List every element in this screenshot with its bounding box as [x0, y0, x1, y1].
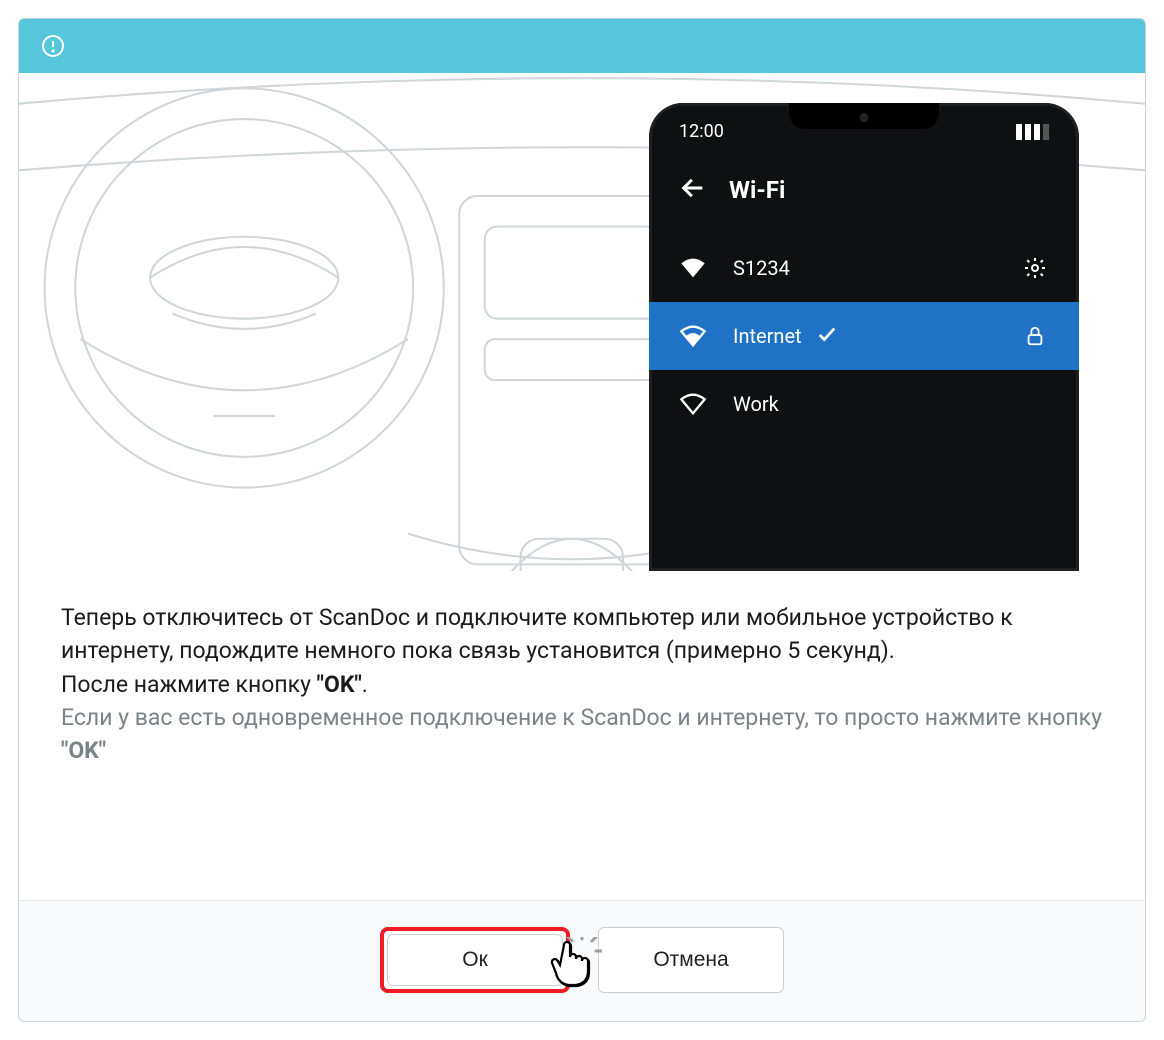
phone-title-row: Wi-Fi — [649, 152, 1079, 234]
wifi-row-internet[interactable]: Internet — [649, 302, 1079, 370]
illustration: 12:00 Wi-Fi — [19, 73, 1145, 571]
wifi-signal-icon — [679, 390, 707, 418]
wifi-row-work[interactable]: Work — [649, 370, 1079, 438]
wifi-list: S1234 — [649, 234, 1079, 438]
cancel-button[interactable]: Отмена — [598, 927, 784, 993]
message-hint: Если у вас есть одновременное подключени… — [61, 701, 1103, 768]
phone-mockup: 12:00 Wi-Fi — [649, 103, 1079, 571]
message-line-2: После нажмите кнопку "OK". — [61, 668, 1103, 701]
wifi-name: Work — [733, 392, 779, 416]
alert-icon — [41, 34, 65, 58]
wifi-signal-icon — [679, 254, 707, 282]
ok-highlight: Ок — [380, 927, 570, 993]
check-icon — [816, 323, 838, 350]
dialog-footer: Ок Отмена — [19, 900, 1145, 1021]
wifi-name: Internet — [733, 324, 802, 348]
phone-notch — [789, 103, 939, 129]
dialog: 12:00 Wi-Fi — [18, 18, 1146, 1022]
lock-icon — [1021, 322, 1049, 350]
phone-time: 12:00 — [679, 121, 724, 142]
phone-screen-title: Wi-Fi — [729, 176, 785, 204]
wifi-name: S1234 — [733, 256, 790, 280]
gear-icon[interactable] — [1021, 254, 1049, 282]
dialog-header — [19, 19, 1145, 73]
dialog-body: 12:00 Wi-Fi — [19, 73, 1145, 900]
wifi-signal-icon — [679, 322, 707, 350]
wifi-row-s1234[interactable]: S1234 — [649, 234, 1079, 302]
message-block: Теперь отключитесь от ScanDoc и подключи… — [19, 571, 1145, 798]
battery-icon — [1016, 124, 1049, 140]
back-arrow-icon[interactable] — [679, 174, 707, 206]
empty-action — [1021, 390, 1049, 418]
ok-button[interactable]: Ок — [387, 934, 563, 986]
message-line-1: Теперь отключитесь от ScanDoc и подключи… — [61, 601, 1103, 668]
